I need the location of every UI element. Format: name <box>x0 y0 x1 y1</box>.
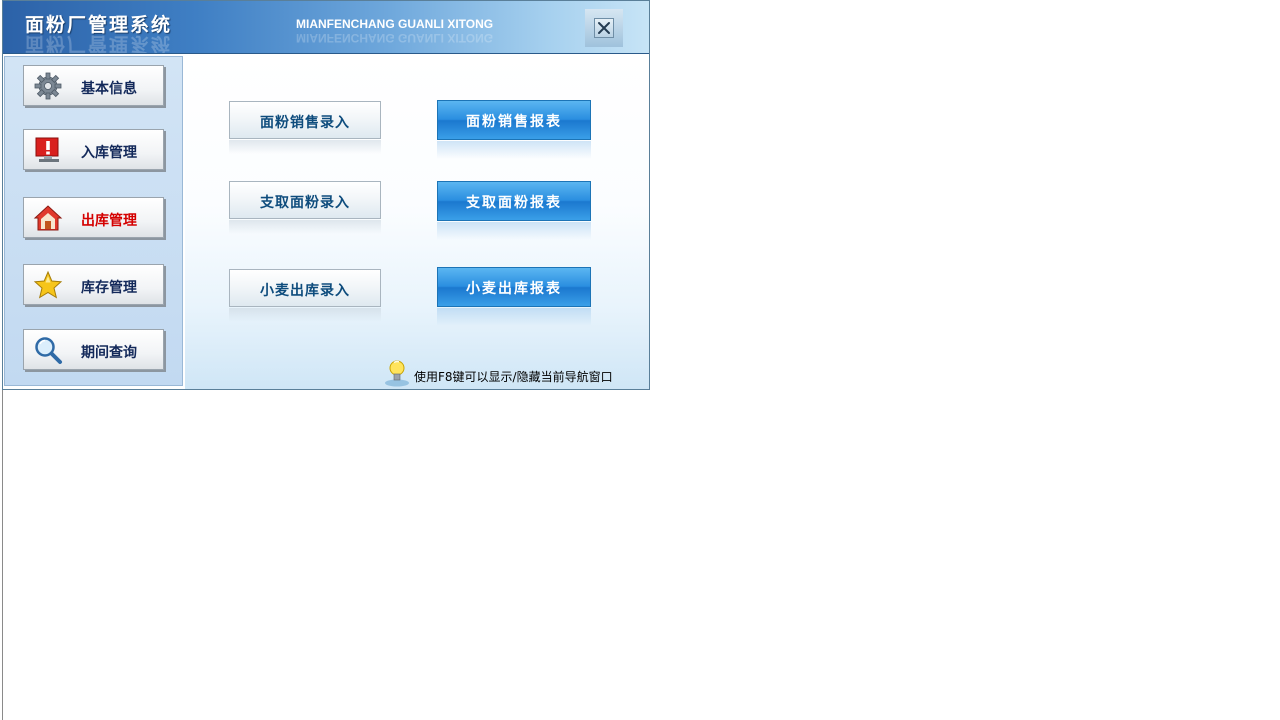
star-icon <box>33 270 63 299</box>
close-button-frame <box>594 18 614 38</box>
lightbulb-icon <box>385 360 409 387</box>
sidebar-item-label: 入库管理 <box>81 145 137 161</box>
window-subtitle-reflection: MIANFENCHANG GUANLI XITONG <box>296 31 494 45</box>
sidebar-item-stock-out[interactable]: 出库管理 <box>23 197 164 238</box>
sidebar: 基本信息 入库管理 出库管理 库存管理 期间查询 <box>4 56 183 386</box>
button-label: 小麦出库录入 <box>260 283 350 299</box>
main-panel: 面粉销售录入 面粉销售报表 支取面粉录入 支取面粉报表 小麦出库录入 小麦出库报… <box>185 54 649 389</box>
navigation-window: 面粉厂管理系统 面粉厂管理系统 MIANFENCHANG GUANLI XITO… <box>2 0 650 390</box>
sidebar-item-label: 出库管理 <box>81 213 137 229</box>
button-reflection <box>437 141 591 159</box>
button-reflection <box>229 308 381 322</box>
flour-sales-report-button[interactable]: 面粉销售报表 <box>437 100 591 140</box>
button-label: 支取面粉报表 <box>466 195 562 211</box>
button-reflection <box>229 220 381 234</box>
sidebar-item-stock-in[interactable]: 入库管理 <box>23 129 164 170</box>
button-label: 小麦出库报表 <box>466 281 562 297</box>
sidebar-item-label: 库存管理 <box>81 280 137 296</box>
window-subtitle: MIANFENCHANG GUANLI XITONG <box>296 17 494 31</box>
button-reflection <box>437 308 591 326</box>
monitor-alert-icon <box>35 137 59 162</box>
sidebar-item-basic-info[interactable]: 基本信息 <box>23 65 164 106</box>
gear-icon <box>34 72 62 100</box>
button-label: 支取面粉录入 <box>260 195 350 211</box>
f8-hint: 使用F8键可以显示/隐藏当前导航窗口 <box>383 359 645 387</box>
button-label: 面粉销售报表 <box>466 114 562 130</box>
house-icon <box>33 205 63 231</box>
flour-sales-entry-button[interactable]: 面粉销售录入 <box>229 101 381 139</box>
hint-text: 使用F8键可以显示/隐藏当前导航窗口 <box>414 370 613 384</box>
sidebar-item-inventory[interactable]: 库存管理 <box>23 264 164 305</box>
sidebar-item-label: 基本信息 <box>81 81 137 97</box>
button-reflection <box>437 222 591 240</box>
close-button[interactable] <box>585 9 623 47</box>
title-bar: 面粉厂管理系统 面粉厂管理系统 MIANFENCHANG GUANLI XITO… <box>3 1 649 54</box>
flour-withdrawal-report-button[interactable]: 支取面粉报表 <box>437 181 591 221</box>
sidebar-item-period-query[interactable]: 期间查询 <box>23 329 164 370</box>
window-title-reflection: 面粉厂管理系统 <box>25 33 173 54</box>
sidebar-item-label: 期间查询 <box>81 345 137 361</box>
close-icon <box>598 22 610 34</box>
button-reflection <box>229 140 381 154</box>
flour-withdrawal-entry-button[interactable]: 支取面粉录入 <box>229 181 381 219</box>
wheat-outbound-report-button[interactable]: 小麦出库报表 <box>437 267 591 307</box>
magnifier-icon <box>35 337 62 364</box>
wheat-outbound-entry-button[interactable]: 小麦出库录入 <box>229 269 381 307</box>
button-label: 面粉销售录入 <box>260 115 350 131</box>
